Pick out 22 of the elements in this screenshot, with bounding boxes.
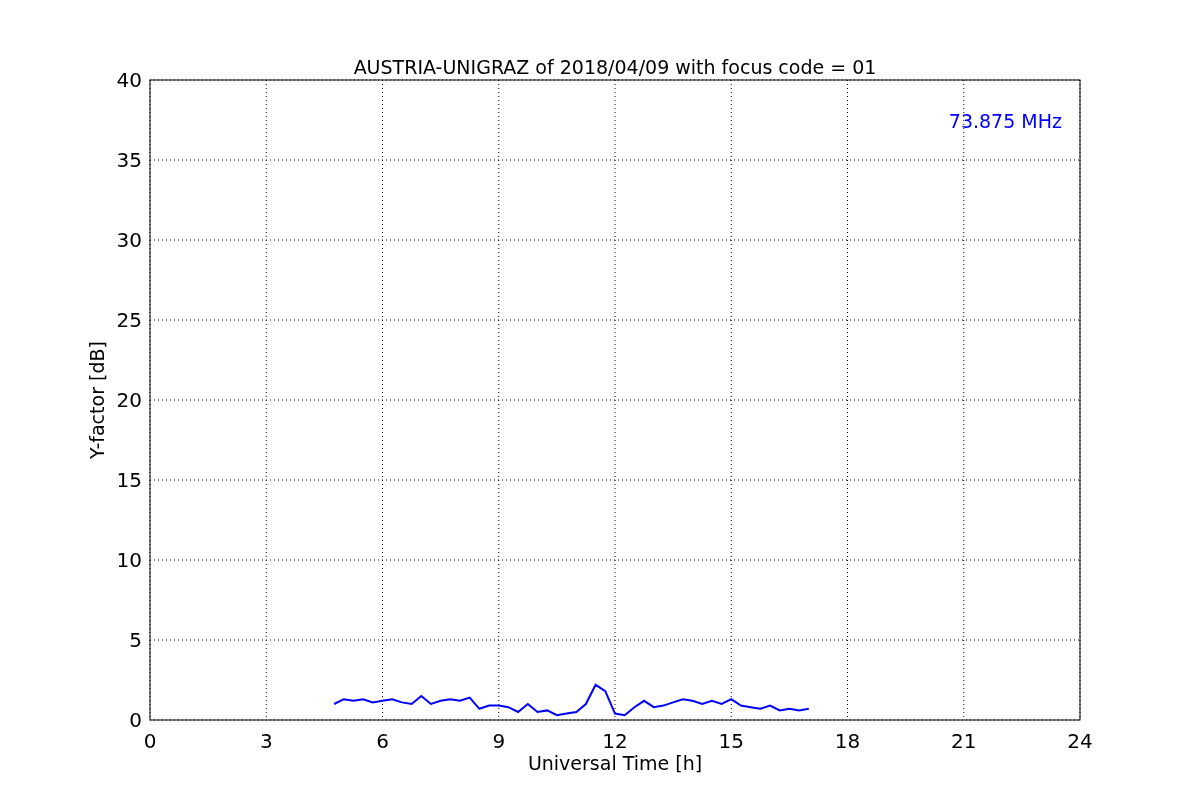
series-label: 73.875 MHz — [948, 110, 1062, 132]
y-tick-label: 35 — [116, 148, 142, 172]
chart-title: AUSTRIA-UNIGRAZ of 2018/04/09 with focus code = 01 — [353, 56, 877, 78]
x-axis-label: Universal Time [h] — [527, 752, 703, 774]
y-tick-label: 30 — [116, 228, 142, 252]
y-tick-label: 15 — [116, 468, 142, 492]
x-tick-label: 6 — [376, 729, 389, 753]
y-tick-label: 25 — [116, 308, 142, 332]
y-tick-label: 0 — [129, 708, 142, 732]
y-axis-label: Y-factor [dB] — [86, 341, 108, 459]
x-tick-label: 0 — [143, 729, 157, 753]
x-tick-label: 15 — [718, 729, 744, 753]
y-tick-label: 5 — [129, 628, 142, 652]
x-tick-label: 9 — [492, 729, 506, 753]
y-tick-label: 40 — [116, 68, 142, 92]
x-tick-label: 3 — [259, 729, 273, 753]
y-tick-label: 10 — [116, 548, 142, 572]
x-tick-label: 12 — [602, 729, 628, 753]
x-tick-label: 18 — [834, 729, 861, 753]
y-tick-label: 20 — [116, 388, 142, 412]
x-tick-label: 24 — [1067, 729, 1093, 753]
x-tick-label: 21 — [951, 729, 977, 753]
